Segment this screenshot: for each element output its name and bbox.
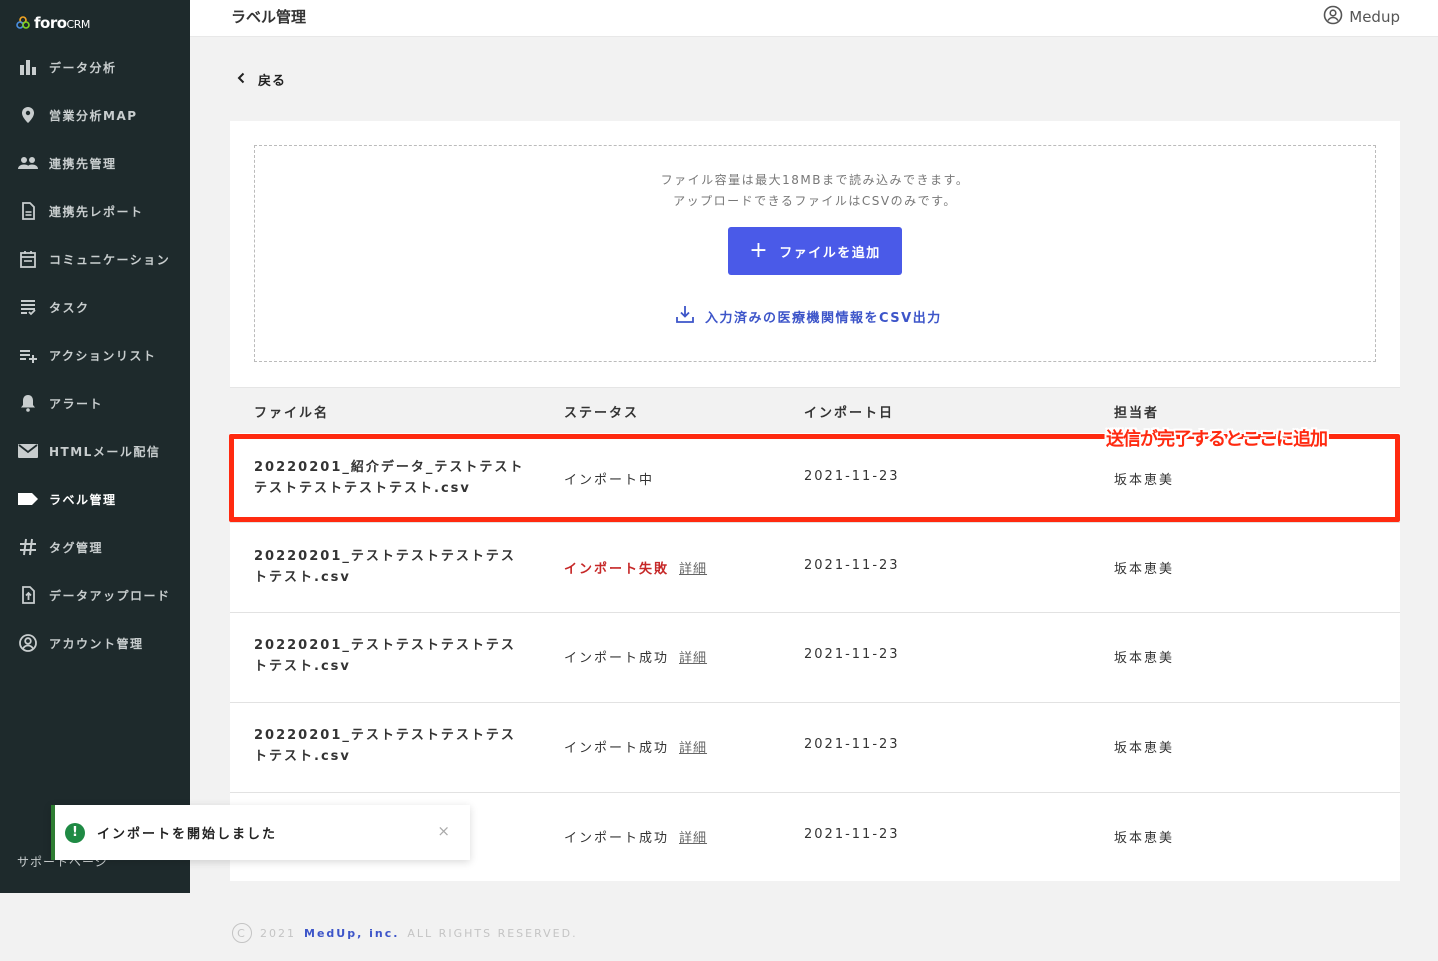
sidebar-item-communication[interactable]: コミュニケーション (0, 235, 190, 283)
logo-text: foroCRM (34, 14, 90, 32)
copyright-icon: C (232, 923, 252, 943)
app-logo[interactable]: foroCRM (16, 14, 90, 32)
upload-file-icon (17, 584, 39, 606)
map-pin-icon (17, 104, 39, 126)
hash-icon (17, 536, 39, 558)
user-menu[interactable]: Medup (1323, 5, 1400, 29)
sidebar-item-html-mail[interactable]: HTMLメール配信 (0, 427, 190, 475)
table-row: 20220201_テストテストテストテストテスト.csv インポート失敗 詳細 … (230, 523, 1400, 613)
status-text: インポート成功 (564, 651, 670, 666)
col-import-date: インポート日 (804, 406, 895, 421)
col-owner: 担当者 (1114, 406, 1160, 421)
sidebar-item-account-management[interactable]: アカウント管理 (0, 619, 190, 667)
col-filename: ファイル名 (254, 406, 330, 421)
status-text: インポート失敗 (564, 562, 670, 577)
sidebar-item-data-analysis[interactable]: データ分析 (0, 43, 190, 91)
download-icon (675, 304, 695, 328)
back-label: 戻る (258, 74, 287, 89)
status-text: インポート成功 (564, 741, 670, 756)
sidebar-item-tasks[interactable]: タスク (0, 283, 190, 331)
footer: C 2021 MedUp, inc. ALL RIGHTS RESERVED. (232, 923, 578, 943)
people-icon (17, 152, 39, 174)
row-filename: 20220201_テストテストテストテストテスト.csv (254, 728, 516, 764)
status-text: インポート成功 (564, 831, 670, 846)
sidebar-item-sales-map[interactable]: 営業分析MAP (0, 91, 190, 139)
add-file-button[interactable]: + ファイルを追加 (728, 227, 902, 275)
row-filename: 20220201_テストテストテストテストテスト.csv (254, 549, 516, 585)
row-owner: 坂本恵美 (1114, 651, 1175, 666)
bar-chart-icon (17, 56, 39, 78)
sidebar: foroCRM データ分析 営業分析MAP 連携先管理 連携先レポート コミュニ… (0, 0, 190, 893)
detail-link[interactable]: 詳細 (679, 558, 707, 577)
col-status: ステータス (564, 406, 640, 421)
footer-rights: ALL RIGHTS RESERVED. (407, 926, 578, 940)
sidebar-item-partner-report[interactable]: 連携先レポート (0, 187, 190, 235)
add-file-label: ファイルを追加 (779, 245, 881, 261)
sidebar-item-action-list[interactable]: アクションリスト (0, 331, 190, 379)
sidebar-nav: データ分析 営業分析MAP 連携先管理 連携先レポート コミュニケーション タス… (0, 43, 190, 667)
row-filename: 20220201_テストテストテストテストテスト.csv (254, 638, 516, 674)
export-csv-link[interactable]: 入力済みの医療機関情報をCSV出力 (675, 304, 942, 328)
close-icon[interactable]: × (437, 822, 450, 840)
footer-company-link[interactable]: MedUp, inc. (304, 927, 399, 940)
success-toast: ! インポートを開始しました × (51, 805, 470, 860)
bell-icon (17, 392, 39, 414)
top-header: ラベル管理 Medup (190, 0, 1438, 37)
detail-link[interactable]: 詳細 (679, 737, 707, 756)
sidebar-item-data-upload[interactable]: データアップロード (0, 571, 190, 619)
account-circle-icon (1323, 5, 1343, 29)
label-icon (17, 488, 39, 510)
row-status: インポート成功 詳細 (564, 647, 707, 666)
page-title: ラベル管理 (231, 8, 307, 26)
account-circle-icon (17, 632, 39, 654)
row-status: インポート成功 詳細 (564, 737, 707, 756)
exclamation-icon: ! (65, 822, 85, 843)
row-status: インポート失敗 詳細 (564, 558, 707, 577)
row-owner: 坂本恵美 (1114, 741, 1175, 756)
sidebar-item-partner-management[interactable]: 連携先管理 (0, 139, 190, 187)
mail-icon (17, 440, 39, 462)
calendar-icon (17, 248, 39, 270)
row-date: 2021-11-23 (804, 827, 900, 842)
plus-icon: + (749, 238, 770, 263)
footer-year: 2021 (260, 926, 296, 940)
table-row: 20220201_テストテストテストテストテスト.csv インポート成功 詳細 … (230, 613, 1400, 703)
table-row: 20220201_テストテストテストテストテスト.csv インポート成功 詳細 … (230, 703, 1400, 793)
annotation-text: 送信が完了するとここに追加 (1106, 429, 1328, 450)
file-dropzone[interactable]: ファイル容量は最大18MBまで読み込みできます。 アップロードできるファイルはC… (254, 145, 1376, 362)
row-status: インポート成功 詳細 (564, 827, 707, 846)
row-owner: 坂本恵美 (1114, 831, 1175, 846)
sidebar-item-alerts[interactable]: アラート (0, 379, 190, 427)
dropzone-size-note: ファイル容量は最大18MBまで読み込みできます。 (660, 173, 970, 187)
document-icon (17, 200, 39, 222)
sidebar-item-label-management[interactable]: ラベル管理 (0, 475, 190, 523)
logo-mark-icon (16, 16, 30, 30)
row-date: 2021-11-23 (804, 647, 900, 662)
user-name: Medup (1349, 8, 1400, 26)
row-owner: 坂本恵美 (1114, 562, 1175, 577)
detail-link[interactable]: 詳細 (679, 827, 707, 846)
row-date: 2021-11-23 (804, 558, 900, 573)
detail-link[interactable]: 詳細 (679, 647, 707, 666)
row-date: 2021-11-23 (804, 737, 900, 752)
dropzone-format-note: アップロードできるファイルはCSVのみです。 (673, 194, 957, 208)
toast-message: インポートを開始しました (97, 827, 278, 842)
sidebar-item-tag-management[interactable]: タグ管理 (0, 523, 190, 571)
export-csv-label: 入力済みの医療機関情報をCSV出力 (705, 310, 942, 326)
task-list-icon (17, 296, 39, 318)
back-link[interactable]: 戻る (236, 70, 286, 89)
playlist-add-icon (17, 344, 39, 366)
chevron-left-icon (236, 72, 246, 88)
